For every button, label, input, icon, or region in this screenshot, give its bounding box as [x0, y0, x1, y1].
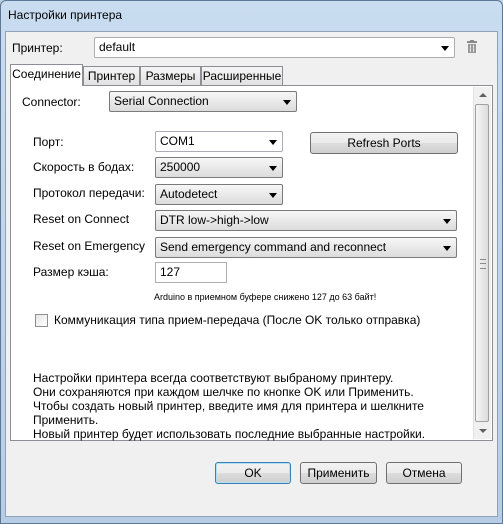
reset-on-emergency-value: Send emergency command and reconnect	[160, 240, 387, 254]
reset-on-emergency-select[interactable]: Send emergency command and reconnect	[155, 237, 457, 258]
reset-on-emergency-label: Reset on Emergency	[33, 239, 146, 253]
connector-select-value: Serial Connection	[114, 94, 209, 108]
tab-printer[interactable]: Принтер	[83, 66, 140, 85]
info-line: Настройки принтера всегда соответствуют …	[33, 371, 394, 385]
connector-label: Connector:	[22, 95, 81, 109]
tab-connection[interactable]: Соединение	[10, 64, 83, 86]
pingpong-label[interactable]: Коммуникация типа прием-передача (После …	[54, 313, 420, 327]
title-bar[interactable]: Настройки принтера	[1, 1, 502, 31]
info-text: Настройки принтера всегда соответствуют …	[33, 371, 425, 441]
cache-size-input[interactable]: 127	[155, 262, 227, 283]
chevron-down-icon	[443, 246, 451, 251]
chevron-down-icon	[479, 429, 487, 433]
tab-dimensions[interactable]: Размеры	[140, 66, 201, 85]
printer-settings-window: Настройки принтера Принтер: default Соед…	[0, 0, 503, 524]
chevron-up-icon	[479, 93, 487, 97]
baud-select[interactable]: 250000	[155, 157, 283, 178]
pingpong-checkbox[interactable]	[35, 314, 48, 327]
reset-on-connect-select[interactable]: DTR low->high->low	[155, 210, 457, 231]
reset-on-connect-value: DTR low->high->low	[160, 213, 269, 227]
cache-note: Arduino в приемном буфере снижено 127 до…	[154, 292, 377, 302]
reset-on-connect-label: Reset on Connect	[33, 212, 130, 226]
trash-icon[interactable]	[466, 40, 478, 53]
baud-label: Скорость в бодах:	[33, 160, 135, 174]
protocol-label: Протокол передачи:	[33, 186, 145, 200]
printer-select[interactable]: default	[94, 37, 455, 58]
connector-select[interactable]: Serial Connection	[109, 91, 297, 112]
printer-select-value: default	[99, 40, 136, 54]
scroll-down-button[interactable]	[474, 422, 491, 439]
dialog-client: Принтер: default Соединение Принтер Разм…	[5, 31, 498, 517]
info-line: Они сохраняются при каждом шелчке по кно…	[33, 385, 414, 399]
chevron-down-icon	[441, 46, 449, 51]
window-title: Настройки принтера	[8, 8, 123, 22]
baud-select-value: 250000	[160, 160, 201, 174]
cancel-button[interactable]: Отмена	[386, 462, 462, 484]
chevron-down-icon	[269, 166, 277, 171]
info-line: Чтобы создать новый принтер, введите имя…	[33, 399, 424, 413]
chevron-down-icon	[269, 193, 277, 198]
vertical-scrollbar[interactable]	[473, 87, 491, 439]
scroll-up-button[interactable]	[474, 87, 491, 104]
port-select[interactable]: COM1	[155, 131, 283, 152]
ok-button[interactable]: OK	[215, 462, 291, 484]
port-select-value: COM1	[160, 134, 195, 148]
protocol-select[interactable]: Autodetect	[155, 184, 283, 205]
protocol-select-value: Autodetect	[160, 187, 218, 201]
connection-panel: Connector: Serial Connection Порт: COM1 …	[10, 85, 493, 441]
scroll-thumb[interactable]	[475, 104, 489, 422]
refresh-ports-button[interactable]: Refresh Ports	[310, 132, 458, 154]
info-line: Применить.	[33, 413, 99, 427]
chevron-down-icon	[269, 140, 277, 145]
info-line: Новый принтер будет использовать последн…	[33, 427, 426, 441]
tab-advanced[interactable]: Расширенные	[201, 66, 283, 85]
port-label: Порт:	[33, 135, 64, 149]
chevron-down-icon	[283, 100, 291, 105]
printer-label: Принтер:	[12, 41, 63, 55]
grip-icon	[480, 259, 486, 269]
cache-size-label: Размер кэша:	[33, 265, 109, 279]
apply-button[interactable]: Применить	[300, 462, 377, 484]
chevron-down-icon	[443, 219, 451, 224]
